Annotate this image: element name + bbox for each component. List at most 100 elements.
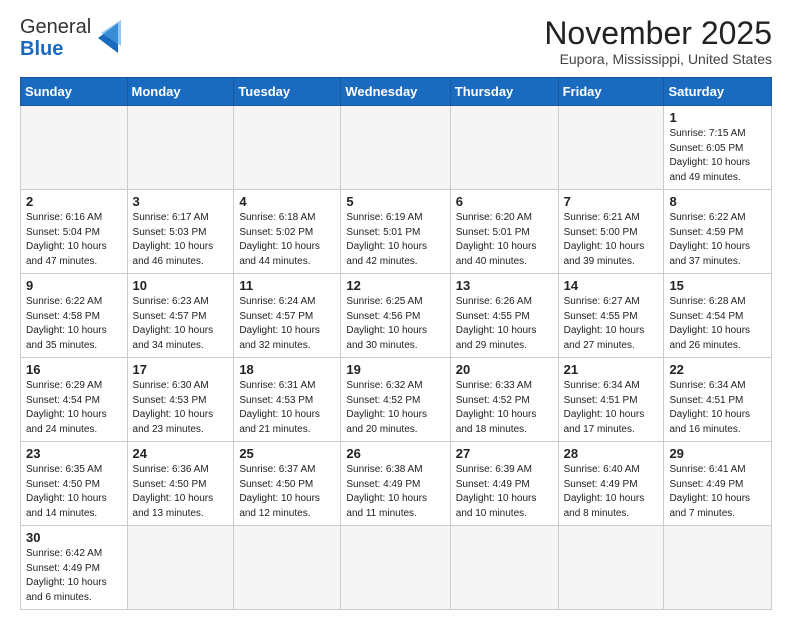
day-info: Sunrise: 6:16 AM Sunset: 5:04 PM Dayligh… bbox=[26, 211, 122, 269]
calendar-cell: 2 Sunrise: 6:16 AM Sunset: 5:04 PM Daylig… bbox=[21, 190, 128, 274]
month-title: November 2025 bbox=[544, 16, 772, 51]
day-number: 8 bbox=[669, 194, 766, 209]
calendar-cell: 7 Sunrise: 6:21 AM Sunset: 5:00 PM Daylig… bbox=[558, 190, 664, 274]
day-number: 2 bbox=[26, 194, 122, 209]
calendar-cell: 8 Sunrise: 6:22 AM Sunset: 4:59 PM Daylig… bbox=[664, 190, 772, 274]
col-monday: Monday bbox=[127, 78, 234, 106]
day-number: 18 bbox=[239, 362, 335, 377]
day-info: Sunrise: 6:17 AM Sunset: 5:03 PM Dayligh… bbox=[133, 211, 229, 269]
col-sunday: Sunday bbox=[21, 78, 128, 106]
day-info: Sunrise: 6:18 AM Sunset: 5:02 PM Dayligh… bbox=[239, 211, 335, 269]
calendar-cell: 1Sunrise: 7:15 AM Sunset: 6:05 PM Daylig… bbox=[664, 106, 772, 190]
day-number: 30 bbox=[26, 530, 122, 545]
calendar-week-3: 9Sunrise: 6:22 AM Sunset: 4:58 PM Daylig… bbox=[21, 274, 772, 358]
calendar-cell: 17Sunrise: 6:30 AM Sunset: 4:53 PM Dayli… bbox=[127, 358, 234, 442]
calendar-cell bbox=[341, 106, 450, 190]
calendar-cell bbox=[450, 106, 558, 190]
day-number: 19 bbox=[346, 362, 444, 377]
day-number: 17 bbox=[133, 362, 229, 377]
day-info: Sunrise: 6:22 AM Sunset: 4:59 PM Dayligh… bbox=[669, 211, 766, 269]
day-number: 29 bbox=[669, 446, 766, 461]
calendar-cell: 25Sunrise: 6:37 AM Sunset: 4:50 PM Dayli… bbox=[234, 442, 341, 526]
col-thursday: Thursday bbox=[450, 78, 558, 106]
calendar-cell: 22Sunrise: 6:34 AM Sunset: 4:51 PM Dayli… bbox=[664, 358, 772, 442]
day-number: 10 bbox=[133, 278, 229, 293]
day-number: 3 bbox=[133, 194, 229, 209]
day-number: 6 bbox=[456, 194, 553, 209]
col-saturday: Saturday bbox=[664, 78, 772, 106]
title-block: November 2025 Eupora, Mississippi, Unite… bbox=[544, 16, 772, 67]
day-info: Sunrise: 6:21 AM Sunset: 5:00 PM Dayligh… bbox=[564, 211, 659, 269]
calendar-week-5: 23Sunrise: 6:35 AM Sunset: 4:50 PM Dayli… bbox=[21, 442, 772, 526]
calendar-header-row: Sunday Monday Tuesday Wednesday Thursday… bbox=[21, 78, 772, 106]
day-number: 21 bbox=[564, 362, 659, 377]
calendar-cell: 18 Sunrise: 6:31 AM Sunset: 4:53 PM Dayli… bbox=[234, 358, 341, 442]
day-info: Sunrise: 6:19 AM Sunset: 5:01 PM Dayligh… bbox=[346, 211, 444, 269]
calendar-cell: 4Sunrise: 6:18 AM Sunset: 5:02 PM Daylig… bbox=[234, 190, 341, 274]
day-info: Sunrise: 6:34 AM Sunset: 4:51 PM Dayligh… bbox=[669, 379, 766, 437]
calendar-cell: 24Sunrise: 6:36 AM Sunset: 4:50 PM Dayli… bbox=[127, 442, 234, 526]
day-number: 12 bbox=[346, 278, 444, 293]
calendar-cell: 9Sunrise: 6:22 AM Sunset: 4:58 PM Daylig… bbox=[21, 274, 128, 358]
day-info: Sunrise: 6:27 AM Sunset: 4:55 PM Dayligh… bbox=[564, 295, 659, 353]
calendar-cell: 21 Sunrise: 6:34 AM Sunset: 4:51 PM Dayli… bbox=[558, 358, 664, 442]
calendar-cell: 14 Sunrise: 6:27 AM Sunset: 4:55 PM Dayli… bbox=[558, 274, 664, 358]
calendar-cell bbox=[558, 526, 664, 610]
calendar-cell: 26Sunrise: 6:38 AM Sunset: 4:49 PM Dayli… bbox=[341, 442, 450, 526]
col-friday: Friday bbox=[558, 78, 664, 106]
calendar-cell: 11 Sunrise: 6:24 AM Sunset: 4:57 PM Dayli… bbox=[234, 274, 341, 358]
day-info: Sunrise: 6:33 AM Sunset: 4:52 PM Dayligh… bbox=[456, 379, 553, 437]
day-info: Sunrise: 7:15 AM Sunset: 6:05 PM Dayligh… bbox=[669, 127, 766, 185]
calendar-cell: 20 Sunrise: 6:33 AM Sunset: 4:52 PM Dayli… bbox=[450, 358, 558, 442]
calendar-cell: 12 Sunrise: 6:25 AM Sunset: 4:56 PM Dayli… bbox=[341, 274, 450, 358]
day-number: 11 bbox=[239, 278, 335, 293]
calendar-cell: 10 Sunrise: 6:23 AM Sunset: 4:57 PM Dayli… bbox=[127, 274, 234, 358]
day-number: 16 bbox=[26, 362, 122, 377]
col-wednesday: Wednesday bbox=[341, 78, 450, 106]
day-info: Sunrise: 6:28 AM Sunset: 4:54 PM Dayligh… bbox=[669, 295, 766, 353]
day-number: 28 bbox=[564, 446, 659, 461]
day-number: 13 bbox=[456, 278, 553, 293]
calendar-cell: 16 Sunrise: 6:29 AM Sunset: 4:54 PM Dayli… bbox=[21, 358, 128, 442]
calendar-cell bbox=[558, 106, 664, 190]
day-info: Sunrise: 6:20 AM Sunset: 5:01 PM Dayligh… bbox=[456, 211, 553, 269]
calendar: Sunday Monday Tuesday Wednesday Thursday… bbox=[20, 77, 772, 610]
header: General Blue November 2025 Eupora, Missi… bbox=[20, 16, 772, 67]
calendar-cell: 29Sunrise: 6:41 AM Sunset: 4:49 PM Dayli… bbox=[664, 442, 772, 526]
day-info: Sunrise: 6:39 AM Sunset: 4:49 PM Dayligh… bbox=[456, 463, 553, 521]
calendar-cell: 28 Sunrise: 6:40 AM Sunset: 4:49 PM Dayli… bbox=[558, 442, 664, 526]
day-info: Sunrise: 6:29 AM Sunset: 4:54 PM Dayligh… bbox=[26, 379, 122, 437]
calendar-cell: 27 Sunrise: 6:39 AM Sunset: 4:49 PM Dayli… bbox=[450, 442, 558, 526]
logo-wordmark: General Blue bbox=[20, 16, 91, 60]
day-info: Sunrise: 6:40 AM Sunset: 4:49 PM Dayligh… bbox=[564, 463, 659, 521]
day-info: Sunrise: 6:32 AM Sunset: 4:52 PM Dayligh… bbox=[346, 379, 444, 437]
day-info: Sunrise: 6:25 AM Sunset: 4:56 PM Dayligh… bbox=[346, 295, 444, 353]
calendar-cell: 13 Sunrise: 6:26 AM Sunset: 4:55 PM Dayli… bbox=[450, 274, 558, 358]
day-info: Sunrise: 6:24 AM Sunset: 4:57 PM Dayligh… bbox=[239, 295, 335, 353]
day-info: Sunrise: 6:34 AM Sunset: 4:51 PM Dayligh… bbox=[564, 379, 659, 437]
calendar-cell bbox=[21, 106, 128, 190]
day-number: 7 bbox=[564, 194, 659, 209]
day-info: Sunrise: 6:31 AM Sunset: 4:53 PM Dayligh… bbox=[239, 379, 335, 437]
day-info: Sunrise: 6:37 AM Sunset: 4:50 PM Dayligh… bbox=[239, 463, 335, 521]
calendar-cell: 30Sunrise: 6:42 AM Sunset: 4:49 PM Dayli… bbox=[21, 526, 128, 610]
calendar-cell bbox=[234, 526, 341, 610]
day-info: Sunrise: 6:26 AM Sunset: 4:55 PM Dayligh… bbox=[456, 295, 553, 353]
calendar-week-4: 16 Sunrise: 6:29 AM Sunset: 4:54 PM Dayli… bbox=[21, 358, 772, 442]
calendar-cell bbox=[341, 526, 450, 610]
day-number: 26 bbox=[346, 446, 444, 461]
calendar-week-1: 1Sunrise: 7:15 AM Sunset: 6:05 PM Daylig… bbox=[21, 106, 772, 190]
calendar-cell bbox=[127, 526, 234, 610]
page: General Blue November 2025 Eupora, Missi… bbox=[0, 0, 792, 626]
calendar-cell: 5Sunrise: 6:19 AM Sunset: 5:01 PM Daylig… bbox=[341, 190, 450, 274]
calendar-cell: 3 Sunrise: 6:17 AM Sunset: 5:03 PM Daylig… bbox=[127, 190, 234, 274]
day-number: 9 bbox=[26, 278, 122, 293]
calendar-cell bbox=[450, 526, 558, 610]
day-number: 14 bbox=[564, 278, 659, 293]
logo-icon bbox=[93, 18, 123, 58]
day-number: 20 bbox=[456, 362, 553, 377]
day-number: 27 bbox=[456, 446, 553, 461]
logo: General Blue bbox=[20, 16, 123, 60]
col-tuesday: Tuesday bbox=[234, 78, 341, 106]
day-info: Sunrise: 6:23 AM Sunset: 4:57 PM Dayligh… bbox=[133, 295, 229, 353]
